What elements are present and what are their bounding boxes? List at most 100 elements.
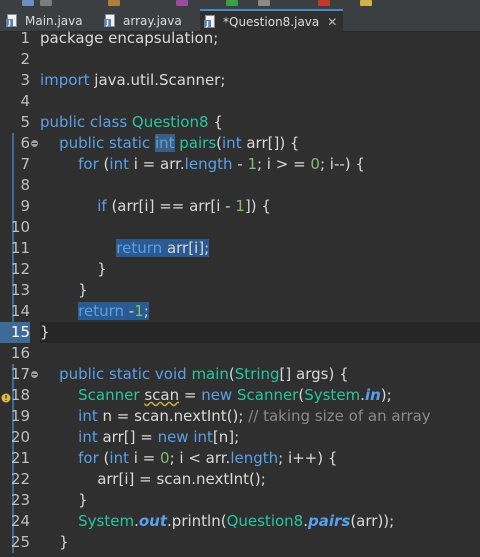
code-token: scan — [144, 386, 180, 404]
tab-question8-java[interactable]: J *Question8.java ✕ — [200, 9, 344, 33]
code-token: in — [364, 386, 381, 404]
stop-icon[interactable] — [318, 0, 330, 6]
code-line: if (arr[i] == arr[i - 1]) { — [40, 196, 271, 217]
code-line: public class Question8 { — [40, 112, 223, 133]
fold-toggle-icon[interactable] — [31, 371, 38, 378]
fold-toggle-icon[interactable] — [31, 140, 38, 147]
code-token: int — [193, 428, 213, 446]
code-token: arr[] = — [97, 428, 158, 446]
code-token: int — [78, 428, 98, 446]
toolbar-icon[interactable] — [258, 0, 270, 6]
code-token: out — [138, 512, 168, 530]
line-number: 10 — [10, 218, 30, 236]
toolbar-icon[interactable] — [108, 0, 120, 6]
code-token: (arr[i] == arr[i - — [106, 197, 236, 215]
warning-icon[interactable] — [1, 389, 13, 403]
line-number: 16 — [10, 344, 30, 362]
current-line-highlight — [40, 322, 480, 343]
close-tab-icon[interactable]: ✕ — [327, 15, 337, 29]
code-token: return — [116, 239, 163, 257]
code-token: (arr)); — [350, 512, 395, 530]
code-token: int — [109, 155, 129, 173]
line-number: 23 — [10, 491, 30, 509]
code-token: System — [78, 512, 135, 530]
toolbar-icon[interactable] — [176, 0, 188, 6]
toolbar-icon[interactable] — [360, 0, 372, 6]
code-line: public static int pairs(int arr[]) { — [40, 133, 299, 154]
code-token: 0 — [310, 155, 320, 173]
code-token: ]) { — [244, 197, 271, 215]
line-number: 19 — [10, 407, 30, 425]
java-file-icon: J — [204, 15, 217, 29]
code-token: { — [208, 113, 223, 131]
line-number: 8 — [20, 176, 30, 194]
code-line: package encapsulation; — [40, 28, 218, 49]
tab-label: Main.java — [25, 13, 83, 28]
code-token: arr[]) { — [241, 134, 300, 152]
run-icon[interactable] — [226, 0, 238, 6]
code-token: for — [78, 449, 99, 467]
code-token: int — [78, 407, 98, 425]
code-token: pairs — [308, 512, 351, 530]
code-line: public static void main(String[] args) { — [40, 364, 349, 385]
code-token: for — [78, 155, 99, 173]
code-line: return -1; — [40, 301, 149, 322]
code-token: } — [40, 533, 69, 551]
code-token: length — [184, 155, 233, 173]
code-token: ; i++) { — [278, 449, 338, 467]
toolbar-icon[interactable] — [22, 0, 34, 6]
line-number: 7 — [20, 155, 30, 173]
code-line: int arr[] = new int[n]; — [40, 427, 239, 448]
code-token: arr[i] = scan.nextInt(); — [40, 470, 266, 488]
code-line: Scanner scan = new Scanner(System.in); — [40, 385, 392, 406]
line-number: 21 — [10, 449, 30, 467]
code-token: import — [40, 71, 95, 89]
code-token: n = scan.nextInt(); — [97, 407, 249, 425]
code-token: i = — [128, 449, 161, 467]
code-token: int — [109, 449, 129, 467]
code-line: return arr[i]; — [40, 238, 210, 259]
line-number: 15 — [0, 322, 30, 343]
line-number: 6 — [20, 134, 30, 152]
tab-label: array.java — [123, 13, 182, 28]
line-number: 11 — [10, 239, 30, 257]
code-line: } — [40, 259, 107, 280]
line-number: 4 — [20, 92, 30, 110]
code-editor[interactable]: package encapsulation; import java.util.S… — [40, 29, 480, 557]
line-number: 25 — [10, 533, 30, 551]
code-line: arr[i] = scan.nextInt(); — [40, 469, 266, 490]
line-number: 9 — [20, 197, 30, 215]
code-token: ( — [98, 155, 110, 173]
code-line: int n = scan.nextInt(); // taking size o… — [40, 406, 431, 427]
toolbar-icon[interactable] — [40, 0, 52, 6]
java-file-icon: J — [6, 13, 19, 28]
code-token: java.util.Scanner; — [94, 71, 226, 89]
code-token: = — [179, 386, 202, 404]
code-token: new — [201, 386, 233, 404]
code-token: ; i--) { — [319, 155, 365, 173]
code-line: for (int i = arr.length - 1; i > = 0; i-… — [40, 154, 365, 175]
line-number-gutter: 1 2 3 4 5 6 7 8 9 10 11 12 13 14 15 16 17 18 19 20 21 22 23 24 2… — [0, 29, 40, 557]
code-token: ); — [380, 386, 392, 404]
code-token: return — [78, 302, 125, 320]
code-token: ; i < arr. — [169, 449, 231, 467]
code-token: - — [124, 302, 135, 320]
code-token: // taking size of an array — [248, 407, 431, 425]
code-line: } — [40, 532, 69, 553]
code-token: public static — [40, 134, 155, 152]
code-token: Question8 — [131, 113, 209, 131]
java-file-icon: J — [104, 13, 117, 28]
code-token: Question8 — [226, 512, 304, 530]
code-token: int — [222, 134, 242, 152]
line-number: 14 — [10, 302, 30, 320]
code-token: 1 — [247, 155, 257, 173]
line-number: 20 — [10, 428, 30, 446]
code-line: System.out.println(Question8.pairs(arr))… — [40, 511, 394, 532]
